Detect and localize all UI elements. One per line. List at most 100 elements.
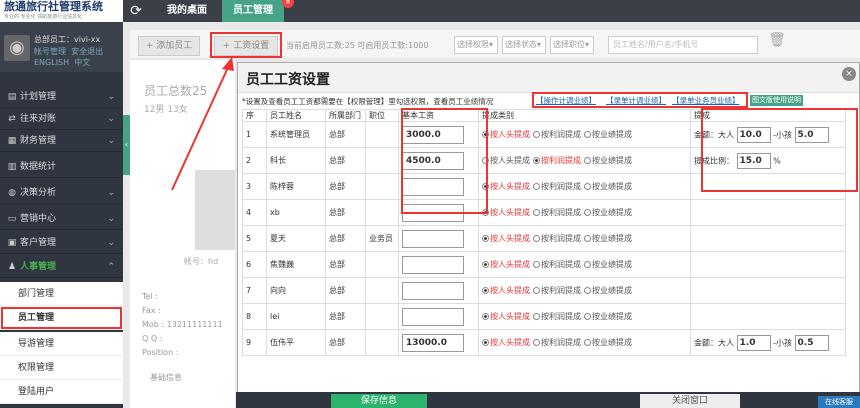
cell-dept: 总部	[325, 173, 366, 200]
manual-button[interactable]: 图文版使用说明	[750, 95, 803, 106]
commission-mode-radio[interactable]: 按利润提成	[533, 337, 581, 348]
submenu-permission[interactable]: 权限管理	[0, 356, 123, 380]
link-entry-performance[interactable]: 【录单计调业绩】	[606, 95, 666, 107]
lang-cn-link[interactable]: 中文	[74, 58, 90, 67]
col-position: 职位	[365, 109, 399, 122]
radio-icon	[482, 339, 489, 346]
commission-mode-radio[interactable]: 按业绩提成	[584, 233, 632, 244]
adult-amount-input[interactable]: 1.0	[736, 334, 771, 351]
base-salary-input[interactable]: 13000.0	[402, 333, 464, 352]
commission-mode-radio[interactable]: 按人头提成	[482, 155, 530, 166]
commission-mode-radio[interactable]: 按利润提成	[533, 259, 581, 270]
base-salary-input[interactable]	[402, 255, 464, 274]
tab-my-desktop[interactable]: 我的桌面	[152, 0, 222, 22]
commission-mode-radio[interactable]: 按人头提成	[482, 129, 530, 140]
base-salary-input[interactable]	[402, 281, 464, 300]
commission-mode-radio[interactable]: 按业绩提成	[584, 259, 632, 270]
account-link[interactable]: 帐号管理	[34, 47, 66, 56]
menu-stats[interactable]: ▥ 数据统计	[0, 156, 123, 178]
radio-icon	[584, 261, 591, 268]
commission-mode-radio[interactable]: 按业绩提成	[584, 181, 632, 192]
commission-mode-radio[interactable]: 按利润提成	[533, 233, 581, 244]
commission-mode-radio[interactable]: 按人头提成	[482, 285, 530, 296]
position-select[interactable]: 选择职位▾	[550, 36, 594, 54]
commission-mode-radio[interactable]: 按业绩提成	[584, 285, 632, 296]
add-employee-button[interactable]: + 添加员工	[138, 36, 200, 56]
lang-en-link[interactable]: ENGLISH	[34, 58, 69, 67]
link-op-performance[interactable]: 【操作计调业绩】	[536, 95, 596, 107]
commission-mode-radio[interactable]: 按利润提成	[533, 311, 581, 322]
commission-mode-radio[interactable]: 按人头提成	[482, 181, 530, 192]
cell-name: 陈梓蓉	[266, 173, 326, 200]
cell-commission-type: 按人头提成 按利润提成 按业绩提成	[478, 251, 691, 278]
commission-mode-radio[interactable]: 按利润提成	[533, 207, 581, 218]
commission-mode-radio[interactable]: 按业绩提成	[584, 129, 632, 140]
cell-base-salary	[398, 303, 479, 330]
chevron-down-icon: ⌄	[107, 214, 115, 224]
permission-select[interactable]: 选择权限▾	[454, 36, 498, 54]
close-icon[interactable]: ×	[842, 67, 856, 81]
base-salary-input[interactable]	[402, 229, 464, 248]
commission-mode-radio[interactable]: 按利润提成	[533, 285, 581, 296]
radio-icon	[533, 261, 540, 268]
cell-no: 1	[242, 121, 267, 148]
menu-reconcile[interactable]: ⇄ 往来对账 ⌄	[0, 108, 123, 130]
collapse-sidebar-handle[interactable]: ‹	[123, 115, 130, 175]
cell-commission	[690, 199, 846, 226]
commission-mode-radio[interactable]: 按利润提成	[533, 129, 581, 140]
link-sales-performance[interactable]: 【录单业务员业绩】	[672, 95, 740, 107]
commission-mode-radio[interactable]: 按人头提成	[482, 259, 530, 270]
radio-icon	[533, 131, 540, 138]
card-position: Position :	[142, 348, 179, 357]
cell-no: 7	[242, 277, 267, 304]
card-nav[interactable]: 基础信息	[150, 372, 182, 383]
search-input[interactable]: 员工姓名/用户名/手机号	[608, 36, 758, 54]
child-amount-input[interactable]: 0.5	[794, 334, 829, 351]
radio-icon	[584, 157, 591, 164]
commission-mode-radio[interactable]: 按业绩提成	[584, 207, 632, 218]
commission-mode-radio[interactable]: 按人头提成	[482, 233, 530, 244]
menu-customer[interactable]: ▣ 客户管理 ⌄	[0, 232, 123, 254]
submenu-employee[interactable]: 员工管理	[0, 306, 123, 330]
commission-mode-radio[interactable]: 按业绩提成	[584, 155, 632, 166]
menu-hr[interactable]: ♟ 人事管理 ⌃	[0, 256, 123, 278]
base-salary-input[interactable]	[402, 307, 464, 326]
radio-icon	[533, 287, 540, 294]
cell-no: 5	[242, 225, 267, 252]
radio-icon	[482, 313, 489, 320]
close-window-button[interactable]: 关闭窗口	[640, 394, 740, 408]
online-service-button[interactable]: 在线客服	[818, 396, 860, 408]
cell-dept: 总部	[325, 277, 366, 304]
menu-marketing[interactable]: ▭ 营销中心 ⌄	[0, 208, 123, 230]
refresh-icon[interactable]: ⟳	[124, 0, 148, 22]
submenu-department[interactable]: 部门管理	[0, 282, 123, 306]
commission-mode-radio[interactable]: 按利润提成	[533, 155, 581, 166]
submenu-guide[interactable]: 导游管理	[0, 332, 123, 356]
menu-decision[interactable]: ◍ 决策分析 ⌄	[0, 182, 123, 204]
commission-mode-radio[interactable]: 按业绩提成	[584, 337, 632, 348]
menu-plan[interactable]: ▤ 计划管理 ⌄	[0, 86, 123, 108]
user-panel: ◉ 总部员工：vivi-xx 帐号管理 安全退出 ENGLISH 中文	[0, 22, 123, 72]
commission-mode-radio[interactable]: 按人头提成	[482, 311, 530, 322]
commission-mode-radio[interactable]: 按利润提成	[533, 181, 581, 192]
user-links: 帐号管理 安全退出	[34, 46, 103, 57]
table-row: 6 焦魏巍 总部 按人头提成 按利润提成 按业绩提成	[242, 251, 846, 278]
submenu-login-users[interactable]: 登陆用户	[0, 380, 123, 404]
person-icon: ♟	[7, 262, 17, 272]
commission-mode-radio[interactable]: 按业绩提成	[584, 311, 632, 322]
trash-icon[interactable]: 🗑	[766, 32, 788, 56]
commission-mode-radio[interactable]: 按人头提成	[482, 337, 530, 348]
user-name: 总部员工：vivi-xx	[34, 35, 101, 44]
chevron-up-icon: ⌃	[107, 262, 115, 272]
save-button[interactable]: 保存信息	[331, 394, 427, 408]
chevron-down-icon: ⌄	[107, 188, 115, 198]
logout-link[interactable]: 安全退出	[71, 47, 103, 56]
commission-mode-radio[interactable]: 按人头提成	[482, 207, 530, 218]
tab-employee-management[interactable]: 员工管理	[222, 0, 284, 22]
cell-dept: 总部	[325, 251, 366, 278]
menu-finance[interactable]: ▦ 财务管理 ⌄	[0, 130, 123, 152]
status-select[interactable]: 选择状态▾	[502, 36, 546, 54]
permission-notice: *设置及查看员工工资都需要在【权限管理】里勾选权限，查看员工业绩情况	[242, 97, 494, 106]
radio-icon	[533, 209, 540, 216]
dialog-header: 员工工资设置 ×	[238, 63, 859, 93]
